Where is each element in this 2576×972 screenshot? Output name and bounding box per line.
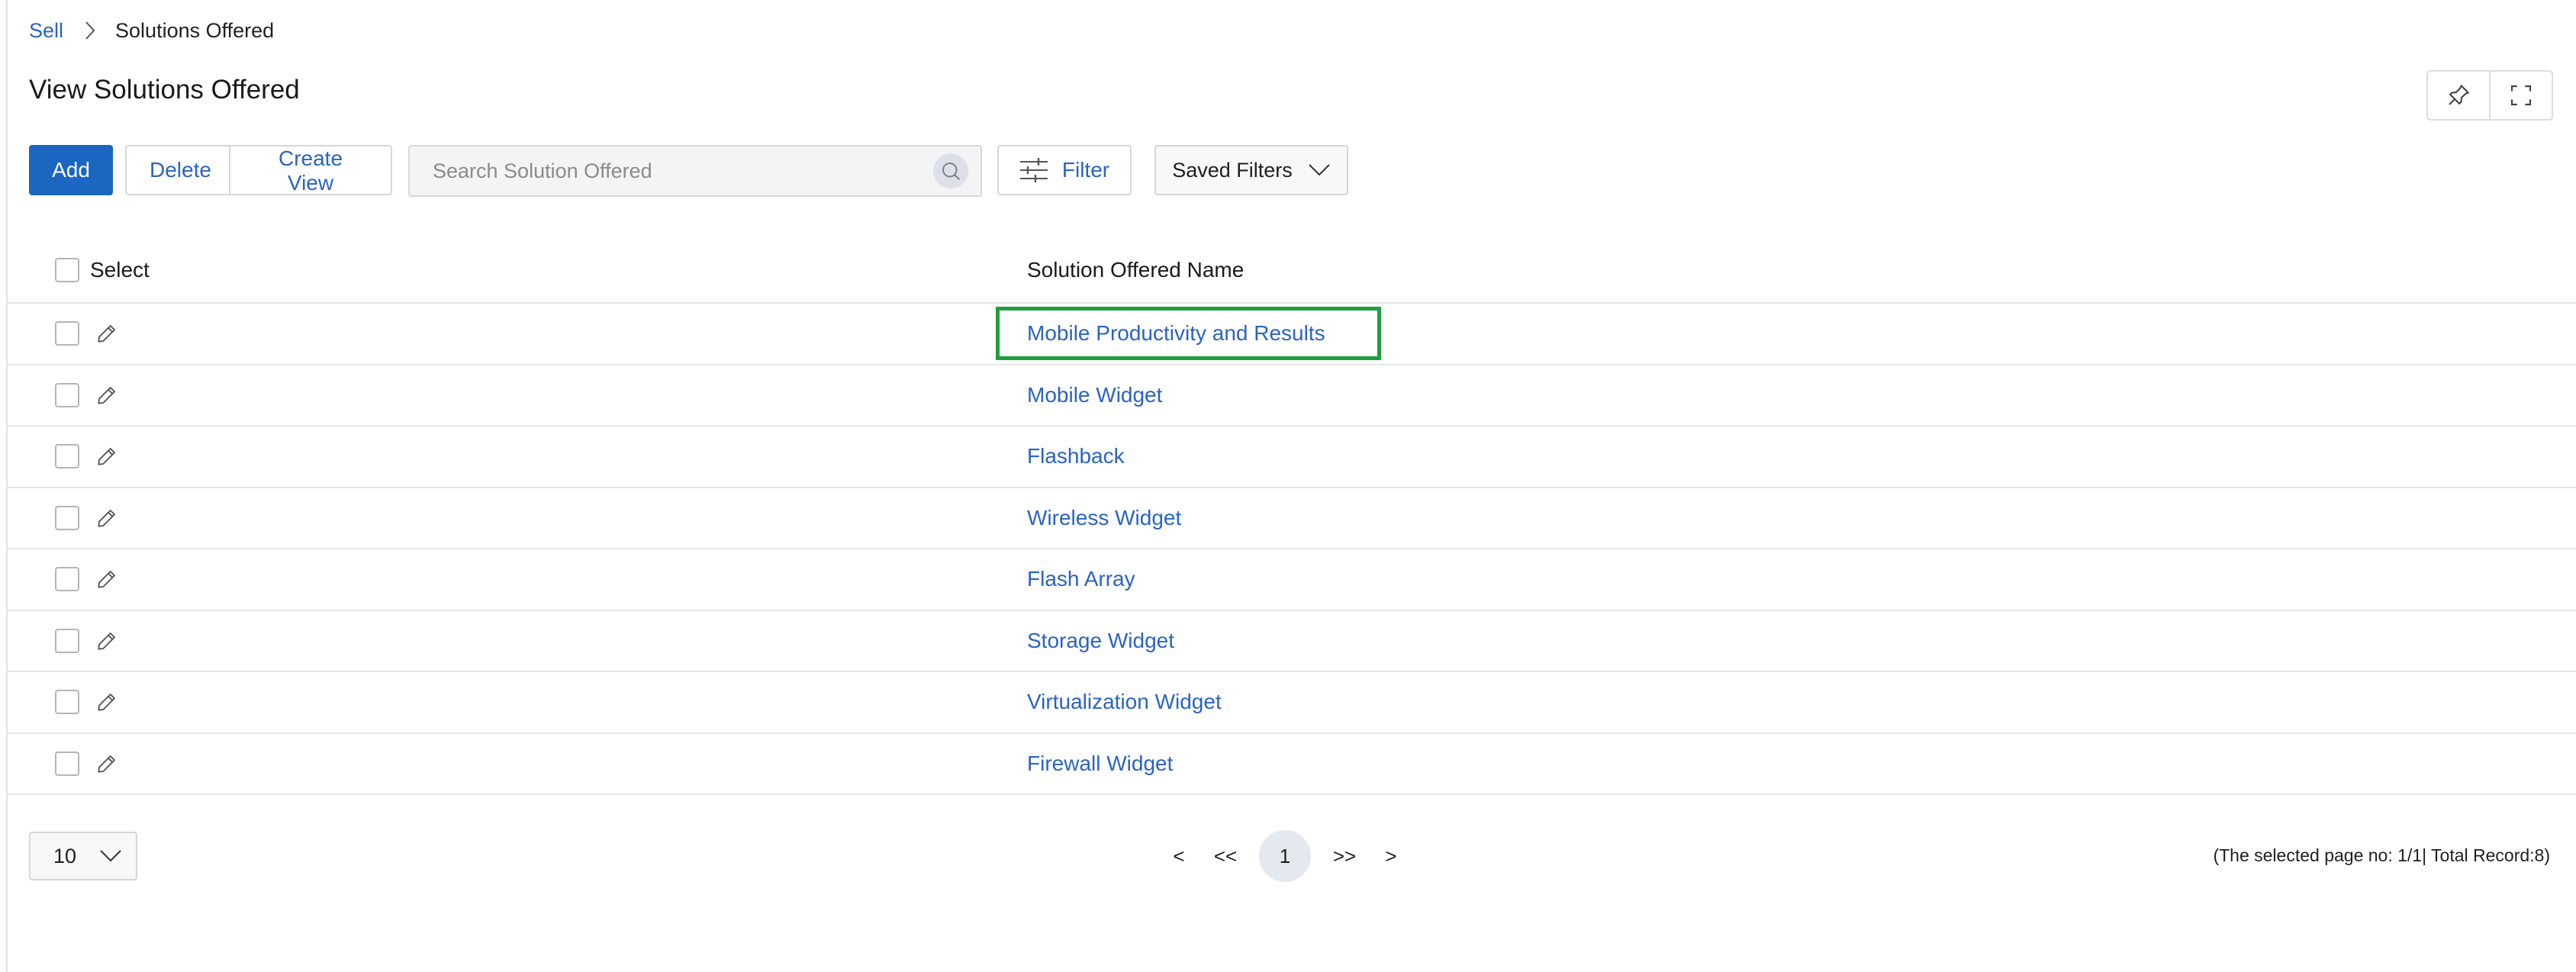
pin-icon [2449, 85, 2469, 105]
solution-name-link[interactable]: Flash Array [1027, 567, 1135, 591]
saved-filters-dropdown[interactable]: Saved Filters [1154, 145, 1348, 195]
pencil-icon [98, 571, 115, 588]
solution-name-link[interactable]: Mobile Productivity and Results [1027, 321, 1325, 346]
table-header: Select Solution Offered Name [8, 238, 2576, 304]
search-input[interactable] [410, 159, 933, 183]
breadcrumb-link-sell[interactable]: Sell [29, 19, 63, 43]
table-row: Flash Array [8, 549, 2576, 611]
edit-row-button[interactable] [95, 690, 119, 714]
row-checkbox[interactable] [55, 751, 79, 776]
table-row: Firewall Widget [8, 734, 2576, 795]
fullscreen-icon [2510, 85, 2532, 106]
row-checkbox[interactable] [55, 444, 79, 469]
edit-row-button[interactable] [95, 567, 119, 591]
solution-name-link[interactable]: Virtualization Widget [1027, 690, 1222, 714]
breadcrumb: Sell Solutions Offered [29, 17, 274, 44]
saved-filters-label: Saved Filters [1172, 158, 1293, 182]
page-title: View Solutions Offered [29, 75, 300, 105]
select-column-header: Select [55, 258, 150, 282]
next-page-button[interactable]: > [1372, 830, 1410, 882]
pencil-icon [98, 694, 115, 711]
filter-button[interactable]: Filter [997, 145, 1132, 195]
fullscreen-button[interactable] [2489, 72, 2552, 119]
row-checkbox[interactable] [55, 690, 79, 715]
delete-button[interactable]: Delete [127, 146, 229, 194]
add-button[interactable]: Add [29, 145, 113, 195]
edit-row-button[interactable] [95, 629, 119, 653]
pencil-icon [98, 386, 115, 404]
edit-row-button[interactable] [95, 752, 119, 776]
pencil-icon [98, 632, 115, 650]
pencil-icon [98, 448, 115, 465]
pin-button[interactable] [2428, 72, 2489, 119]
table-row: Storage Widget [8, 611, 2576, 672]
view-actions [2426, 70, 2553, 121]
filter-sliders-icon [1019, 158, 1048, 182]
page-size-value: 10 [53, 844, 77, 867]
pagination: < << 1 >> > [1160, 830, 1410, 882]
edit-row-button[interactable] [95, 506, 119, 530]
edit-row-button[interactable] [95, 321, 119, 346]
table-row: Flashback [8, 426, 2576, 488]
solution-name-link[interactable]: Firewall Widget [1027, 752, 1173, 776]
pencil-icon [98, 509, 115, 527]
first-page-button[interactable]: << [1198, 830, 1253, 882]
solution-name-link[interactable]: Flashback [1027, 444, 1125, 468]
pencil-icon [98, 325, 115, 343]
breadcrumb-current: Solutions Offered [115, 18, 275, 42]
solution-name-link[interactable]: Storage Widget [1027, 629, 1174, 653]
search-box [408, 145, 982, 197]
page-size-select[interactable]: 10 [29, 832, 137, 880]
search-button[interactable] [933, 153, 968, 188]
search-icon [942, 163, 960, 180]
row-checkbox[interactable] [55, 321, 79, 346]
solution-name-link[interactable]: Mobile Widget [1027, 383, 1162, 407]
row-checkbox[interactable] [55, 567, 79, 592]
row-checkbox[interactable] [55, 628, 79, 653]
records-summary: (The selected page no: 1/1| Total Record… [2213, 845, 2550, 865]
select-all-checkbox[interactable] [55, 258, 79, 282]
action-button-group: Delete Create View [125, 145, 392, 195]
solutions-table: Select Solution Offered Name Mobile Prod… [8, 238, 2576, 795]
table-row: Wireless Widget [8, 488, 2576, 549]
pencil-icon [98, 755, 115, 773]
table-row: Mobile Widget [8, 365, 2576, 426]
filter-label: Filter [1061, 158, 1110, 182]
row-checkbox[interactable] [55, 382, 79, 407]
solution-name-link[interactable]: Wireless Widget [1027, 506, 1181, 530]
chevron-down-icon [100, 850, 121, 862]
table-row: Mobile Productivity and Results [8, 304, 2576, 365]
prev-page-button[interactable]: < [1160, 830, 1198, 882]
page-number-button[interactable]: 1 [1259, 830, 1311, 882]
edit-row-button[interactable] [95, 444, 119, 468]
chevron-right-icon [85, 21, 95, 40]
edit-row-button[interactable] [95, 383, 119, 407]
table-row: Virtualization Widget [8, 672, 2576, 734]
table-body: Mobile Productivity and Results Mobile Wi… [8, 304, 2576, 795]
last-page-button[interactable]: >> [1317, 830, 1372, 882]
create-view-button[interactable]: Create View [229, 146, 391, 194]
chevron-down-icon [1309, 164, 1330, 176]
name-column-header: Solution Offered Name [1027, 258, 1245, 282]
row-checkbox[interactable] [55, 505, 79, 530]
select-column-label: Select [90, 258, 150, 282]
